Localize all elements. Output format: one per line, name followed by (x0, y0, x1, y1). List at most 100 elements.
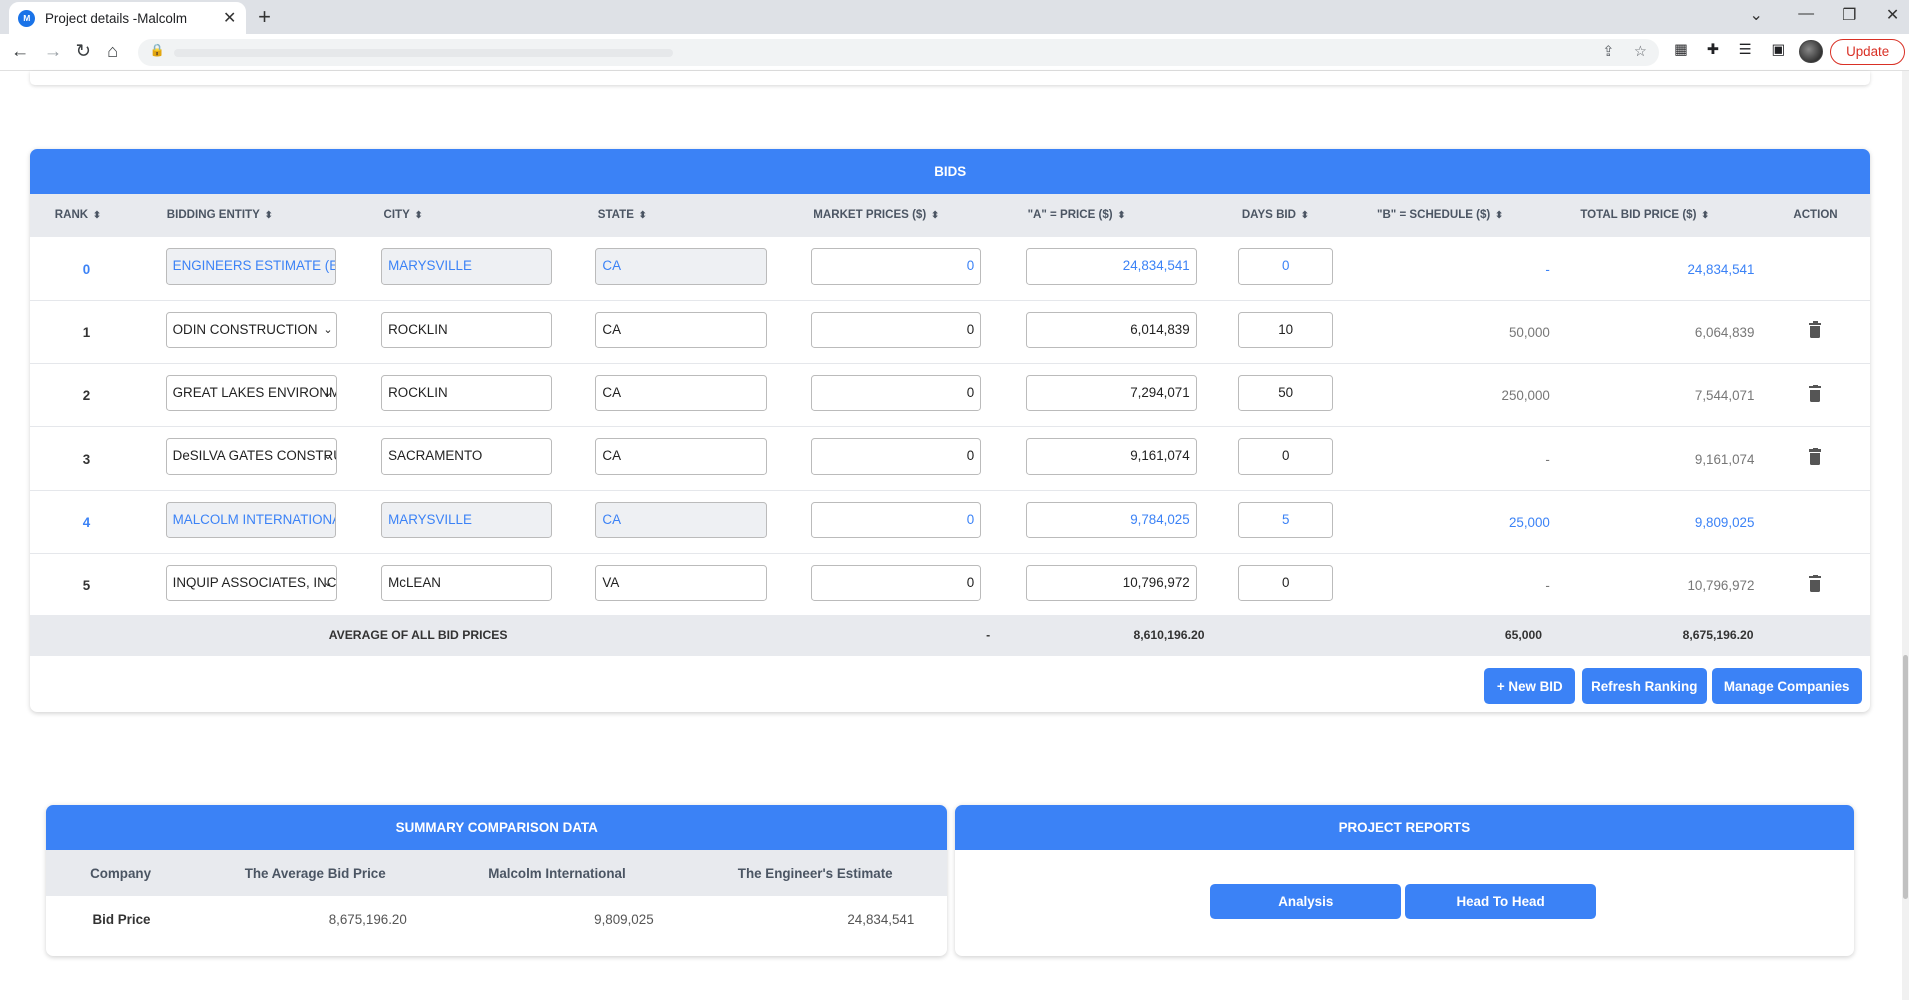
days-bid-input[interactable]: 0 (1238, 564, 1334, 602)
puzzle-icon[interactable]: ✚ (1707, 41, 1719, 58)
browser-tab-bar: M Project details -Malcolm ✕ + ⌄ — ❐ ✕ (0, 0, 1909, 35)
summary-row-label: Bid Price (92, 911, 151, 927)
analysis-button[interactable]: Analysis (1210, 883, 1402, 920)
col-entity[interactable]: BIDDING ENTITY ⬍ (167, 209, 273, 221)
market-price-input[interactable]: 0 (810, 374, 982, 412)
close-tab-icon[interactable]: ✕ (223, 8, 236, 28)
days-bid-input[interactable]: 5 (1238, 501, 1334, 539)
summary-malcolm-value: 9,809,025 (594, 911, 654, 927)
a-price-input[interactable]: 24,834,541 (1026, 248, 1197, 285)
rank-value: 2 (82, 388, 91, 404)
scrollbar-thumb[interactable] (1902, 655, 1908, 899)
update-button[interactable]: Update (1829, 38, 1906, 65)
b-schedule-value: 50,000 (1508, 325, 1550, 341)
days-bid-input[interactable]: 10 (1238, 311, 1334, 349)
sort-icon: ⬍ (1701, 210, 1710, 222)
state-input[interactable]: CA (595, 438, 767, 475)
new-bid-button[interactable]: + New BID (1484, 668, 1576, 704)
col-total-bid-price[interactable]: TOTAL BID PRICE ($) ⬍ (1580, 209, 1709, 221)
days-bid-input[interactable]: 50 (1238, 374, 1334, 412)
col-days-bid[interactable]: DAYS BID ⬍ (1242, 209, 1309, 221)
a-price-input[interactable]: 6,014,839 (1026, 311, 1197, 349)
bids-title: BIDS (30, 148, 1871, 194)
average-market-value: - (986, 628, 991, 643)
new-tab-button[interactable]: + (258, 4, 271, 30)
city-input[interactable]: SACRAMENTO (381, 438, 552, 475)
col-market-prices[interactable]: MARKET PRICES ($) ⬍ (813, 209, 939, 221)
rank-value: 5 (82, 578, 91, 594)
rank-value: 0 (82, 261, 91, 277)
days-bid-input[interactable]: 0 (1238, 438, 1334, 475)
average-total-value: 8,675,196.20 (1682, 628, 1754, 643)
a-price-input[interactable]: 7,294,071 (1026, 374, 1197, 412)
delete-trash-icon[interactable] (1809, 384, 1822, 402)
sort-icon: ⬍ (1495, 210, 1504, 222)
browser-tab[interactable]: M Project details -Malcolm ✕ (8, 2, 246, 35)
project-reports-title: PROJECT REPORTS (954, 804, 1855, 850)
rank-value: 3 (82, 451, 91, 467)
home-icon[interactable]: ⌂ (107, 40, 118, 62)
market-price-input[interactable]: 0 (810, 248, 982, 285)
side-panel-icon[interactable]: ▣ (1771, 41, 1785, 58)
a-price-input[interactable]: 10,796,972 (1026, 564, 1197, 602)
bidding-entity-select[interactable]: DeSILVA GATES CONSTRUCTION⌄ (165, 438, 338, 475)
state-input[interactable]: VA (595, 564, 767, 602)
bids-table-header: RANK ⬍ BIDDING ENTITY ⬍ CITY ⬍ STATE ⬍ MARKE… (30, 193, 1871, 238)
close-window-icon[interactable]: ✕ (1886, 5, 1899, 25)
state-field: CA (595, 501, 767, 539)
summary-engineer-value: 24,834,541 (847, 911, 915, 927)
minimize-icon[interactable]: — (1798, 5, 1814, 23)
sort-icon: ⬍ (414, 210, 423, 222)
col-a-price[interactable]: "A" = PRICE ($) ⬍ (1028, 209, 1126, 221)
profile-avatar[interactable] (1799, 40, 1823, 64)
project-reports-card: PROJECT REPORTS Analysis Head To Head (954, 804, 1855, 956)
bidding-entity-select[interactable]: INQUIP ASSOCIATES, INC ⌄ (165, 564, 338, 602)
address-bar[interactable]: 🔒 ⇪ ☆ (137, 38, 1660, 66)
bidding-entity-select[interactable]: ODIN CONSTRUCTION ⌄ (165, 311, 338, 349)
tab-search-icon[interactable]: ⌄ (1750, 5, 1763, 25)
city-input[interactable]: ROCKLIN (381, 374, 552, 412)
head-to-head-button[interactable]: Head To Head (1404, 883, 1597, 920)
market-price-input[interactable]: 0 (810, 501, 982, 539)
a-price-input[interactable]: 9,784,025 (1026, 501, 1197, 539)
reload-icon[interactable]: ↻ (75, 40, 90, 62)
chevron-down-icon: ⌄ (323, 386, 333, 399)
extension-icon[interactable]: ▦ (1674, 41, 1688, 58)
col-b-schedule[interactable]: "B" = SCHEDULE ($) ⬍ (1377, 209, 1503, 221)
sort-icon: ⬍ (1117, 210, 1126, 222)
city-input[interactable]: McLEAN (381, 564, 552, 602)
state-input[interactable]: CA (595, 374, 767, 412)
lock-icon: 🔒 (149, 42, 165, 57)
chevron-down-icon: ⌄ (323, 323, 333, 336)
b-schedule-value: - (1545, 578, 1550, 594)
city-field: MARYSVILLE (381, 248, 552, 285)
table-row: 0 ENGINEERS ESTIMATE (EE) MARYSVILLE CA … (30, 237, 1871, 301)
summary-col-company: Company (90, 865, 152, 881)
share-icon[interactable]: ⇪ (1602, 43, 1614, 60)
restore-icon[interactable]: ❐ (1842, 5, 1856, 25)
days-bid-input[interactable]: 0 (1238, 248, 1334, 285)
col-rank[interactable]: RANK ⬍ (55, 209, 101, 221)
state-input[interactable]: CA (595, 311, 767, 349)
bookmark-star-icon[interactable]: ☆ (1634, 43, 1647, 60)
page-scrollbar[interactable] (1901, 70, 1909, 1000)
a-price-input[interactable]: 9,161,074 (1026, 438, 1197, 475)
forward-icon[interactable]: → (44, 40, 62, 62)
back-icon[interactable]: ← (11, 40, 29, 62)
bidding-entity-select[interactable]: GREAT LAKES ENVIRONMENTAL⌄ (165, 374, 338, 412)
sort-icon: ⬍ (638, 210, 647, 222)
table-row: 5 INQUIP ASSOCIATES, INC ⌄ McLEAN VA 0 10… (30, 554, 1871, 618)
market-price-input[interactable]: 0 (810, 564, 982, 602)
col-city[interactable]: CITY ⬍ (384, 209, 423, 221)
refresh-ranking-button[interactable]: Refresh Ranking (1581, 668, 1707, 704)
summary-table-header: Company The Average Bid Price Malcolm In… (46, 849, 948, 897)
market-price-input[interactable]: 0 (810, 438, 982, 475)
delete-trash-icon[interactable] (1809, 448, 1822, 466)
col-state[interactable]: STATE ⬍ (598, 209, 647, 221)
delete-trash-icon[interactable] (1809, 574, 1822, 592)
delete-trash-icon[interactable] (1809, 321, 1822, 339)
city-input[interactable]: ROCKLIN (381, 311, 552, 349)
market-price-input[interactable]: 0 (810, 311, 982, 349)
manage-companies-button[interactable]: Manage Companies (1711, 668, 1862, 704)
reading-list-icon[interactable]: ☰ (1739, 41, 1752, 58)
